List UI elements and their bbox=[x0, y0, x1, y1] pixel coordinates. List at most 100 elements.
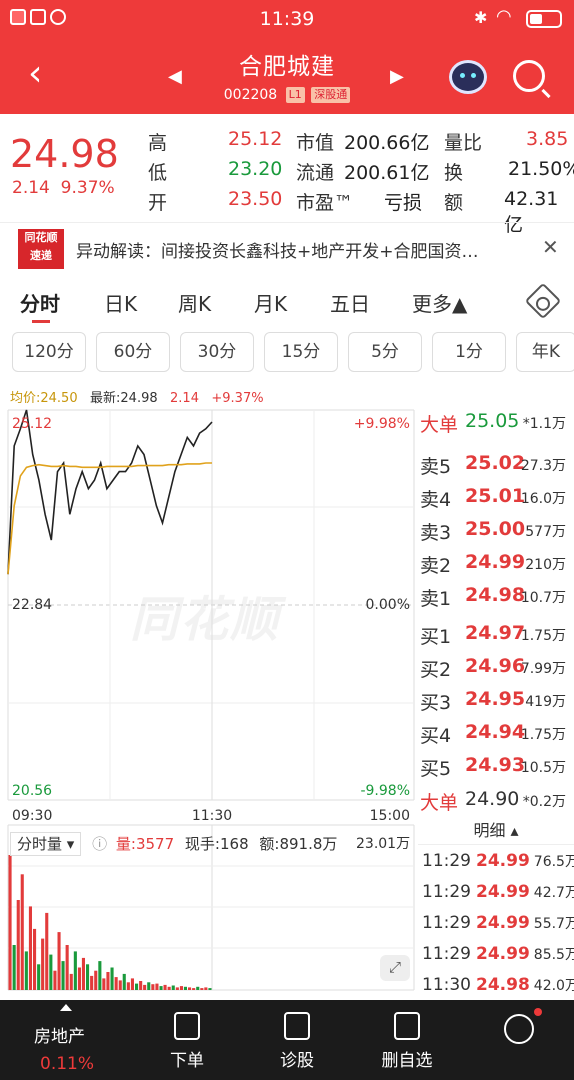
volume-ratio-label: 量比 bbox=[444, 132, 483, 154]
period-15min[interactable]: 15分 bbox=[264, 332, 338, 372]
remove-watchlist-button[interactable]: 删自选 bbox=[352, 1000, 462, 1080]
ask-row[interactable]: 卖1 24.98 10.7万 bbox=[418, 581, 574, 613]
tick-time: 11:29 bbox=[422, 851, 471, 871]
bid-row[interactable]: 买5 24.93 10.5万 bbox=[418, 751, 574, 783]
status-bar: 11:39 ✱ ◠ bbox=[0, 0, 574, 38]
news-logo: 同花顺 速递 bbox=[18, 229, 64, 269]
ask-row-price: 25.00 bbox=[465, 518, 526, 540]
volume-bar bbox=[28, 906, 32, 990]
ask-row-price: 24.98 bbox=[465, 584, 526, 606]
pct-mid-label: 0.00% bbox=[366, 597, 410, 613]
volume-bar bbox=[77, 967, 81, 990]
tab-intraday[interactable]: 分时 bbox=[20, 288, 60, 317]
expand-icon[interactable]: ⤢ bbox=[380, 955, 410, 981]
big-buy-order[interactable]: 大单 24.90 *0.2万 bbox=[418, 785, 574, 817]
big-buy-volume: *0.2万 bbox=[522, 794, 566, 810]
tick-row: 11:29 24.99 85.5万 bbox=[422, 944, 574, 974]
bid-row-label: 买3 bbox=[420, 692, 452, 714]
bid-row-price: 24.93 bbox=[465, 754, 526, 776]
bid-row[interactable]: 买1 24.97 1.75万 bbox=[418, 619, 574, 651]
diagnose-button[interactable]: 诊股 bbox=[242, 1000, 352, 1080]
tab-monthly-k[interactable]: 月K bbox=[254, 288, 287, 317]
latest-price-label: 最新:24.98 bbox=[90, 391, 158, 406]
order-button[interactable]: 下单 bbox=[132, 1000, 242, 1080]
active-tab-indicator bbox=[32, 320, 50, 323]
volume-bar bbox=[49, 954, 53, 990]
ask-row[interactable]: 卖5 25.02 27.3万 bbox=[418, 449, 574, 481]
tab-weekly-k[interactable]: 周K bbox=[178, 288, 211, 317]
ask-row[interactable]: 卖4 25.01 16.0万 bbox=[418, 482, 574, 514]
period-5min[interactable]: 5分 bbox=[348, 332, 422, 372]
level-tag: L1 bbox=[285, 87, 305, 103]
ask-row-volume: 16.0万 bbox=[520, 491, 566, 507]
assistant-robot-icon[interactable] bbox=[449, 60, 487, 94]
big-buy-price: 24.90 bbox=[465, 788, 520, 810]
tab-daily-k[interactable]: 日K bbox=[104, 288, 137, 317]
volume-bar bbox=[110, 967, 114, 990]
tick-volume: 42.0万 bbox=[533, 978, 574, 994]
tick-time: 11:29 bbox=[422, 913, 471, 933]
period-1min[interactable]: 1分 bbox=[432, 332, 506, 372]
tab-more[interactable]: 更多▲ bbox=[412, 288, 467, 317]
high-label: 高 bbox=[148, 132, 168, 154]
volume-bar bbox=[41, 938, 45, 990]
volume-bar bbox=[16, 900, 20, 990]
volume-bar bbox=[90, 975, 94, 990]
float-label: 流通 bbox=[296, 162, 335, 184]
time-end-label: 15:00 bbox=[370, 808, 410, 824]
big-sell-label: 大单 bbox=[420, 414, 459, 436]
menu-icon[interactable] bbox=[504, 1014, 534, 1044]
expand-up-icon[interactable] bbox=[60, 1004, 72, 1011]
volume-bar bbox=[208, 988, 212, 990]
bid-row[interactable]: 买3 24.95 419万 bbox=[418, 685, 574, 717]
next-stock-button[interactable]: ▶ bbox=[390, 66, 404, 87]
period-60min[interactable]: 60分 bbox=[96, 332, 170, 372]
float-value: 200.61亿 bbox=[344, 162, 430, 184]
tick-row: 11:29 24.99 76.5万 bbox=[422, 851, 574, 881]
search-icon[interactable] bbox=[513, 60, 545, 92]
chart-header: 均价:24.50 最新:24.98 2.14 +9.37% bbox=[10, 387, 264, 406]
sector-name[interactable]: 房地产 bbox=[34, 1022, 85, 1047]
period-30min[interactable]: 30分 bbox=[180, 332, 254, 372]
bid-row[interactable]: 买2 24.96 7.99万 bbox=[418, 652, 574, 684]
period-120min[interactable]: 120分 bbox=[12, 332, 86, 372]
ask-row-volume: 210万 bbox=[525, 557, 566, 573]
price-change: 2.14 9.37% bbox=[12, 178, 115, 198]
tick-time: 11:29 bbox=[422, 882, 471, 902]
volume-bar bbox=[147, 982, 151, 990]
volume-bar bbox=[163, 984, 167, 990]
tick-volume: 76.5万 bbox=[533, 854, 574, 870]
volume-bar bbox=[86, 964, 90, 990]
ask-row-label: 卖3 bbox=[420, 522, 452, 544]
diagnose-label: 诊股 bbox=[280, 1051, 314, 1071]
ask-row[interactable]: 卖2 24.99 210万 bbox=[418, 548, 574, 580]
ticks-title[interactable]: 明细 ▴ bbox=[418, 817, 574, 845]
volume-bar bbox=[196, 986, 200, 990]
stock-code-row: 002208 L1 深股通 bbox=[0, 87, 574, 103]
bid-row[interactable]: 买4 24.94 1.75万 bbox=[418, 718, 574, 750]
volume-ratio-value: 3.85 bbox=[526, 128, 569, 150]
chart-change-pct: +9.37% bbox=[211, 391, 264, 406]
y-axis-bottom-label: 20.56 bbox=[12, 783, 52, 799]
volume-bar bbox=[37, 964, 41, 990]
hand-value: 现手:168 bbox=[184, 835, 249, 853]
volume-bar bbox=[151, 984, 155, 990]
order-icon bbox=[174, 1012, 200, 1040]
intraday-chart[interactable]: 25.12 +9.98% 22.84 0.00% 20.56 -9.98% 09… bbox=[0, 405, 418, 1000]
close-icon[interactable]: ✕ bbox=[542, 235, 559, 259]
tick-price: 24.99 bbox=[476, 851, 530, 871]
news-banner[interactable]: 同花顺 速递 异动解读：间接投资长鑫科技+地产开发+合肥国资… ✕ bbox=[0, 222, 574, 274]
help-icon[interactable]: ⓘ bbox=[92, 835, 107, 853]
change-percent: 9.37% bbox=[60, 178, 115, 198]
volume-bar bbox=[102, 978, 106, 990]
volume-selector[interactable]: 分时量 ▾ bbox=[10, 832, 82, 856]
big-sell-order[interactable]: 大单 25.05 *1.1万 bbox=[418, 407, 574, 439]
volume-bar bbox=[126, 982, 130, 990]
volume-bar bbox=[73, 951, 77, 990]
tab-five-day[interactable]: 五日 bbox=[330, 288, 370, 317]
period-yearly-k[interactable]: 年K bbox=[516, 332, 574, 372]
ask-row[interactable]: 卖3 25.00 577万 bbox=[418, 515, 574, 547]
volume-bar bbox=[98, 961, 102, 990]
volume-header: 分时量 ▾ ⓘ 量:3577 现手:168 额:891.8万 bbox=[10, 832, 337, 856]
volume-bar bbox=[135, 983, 139, 990]
